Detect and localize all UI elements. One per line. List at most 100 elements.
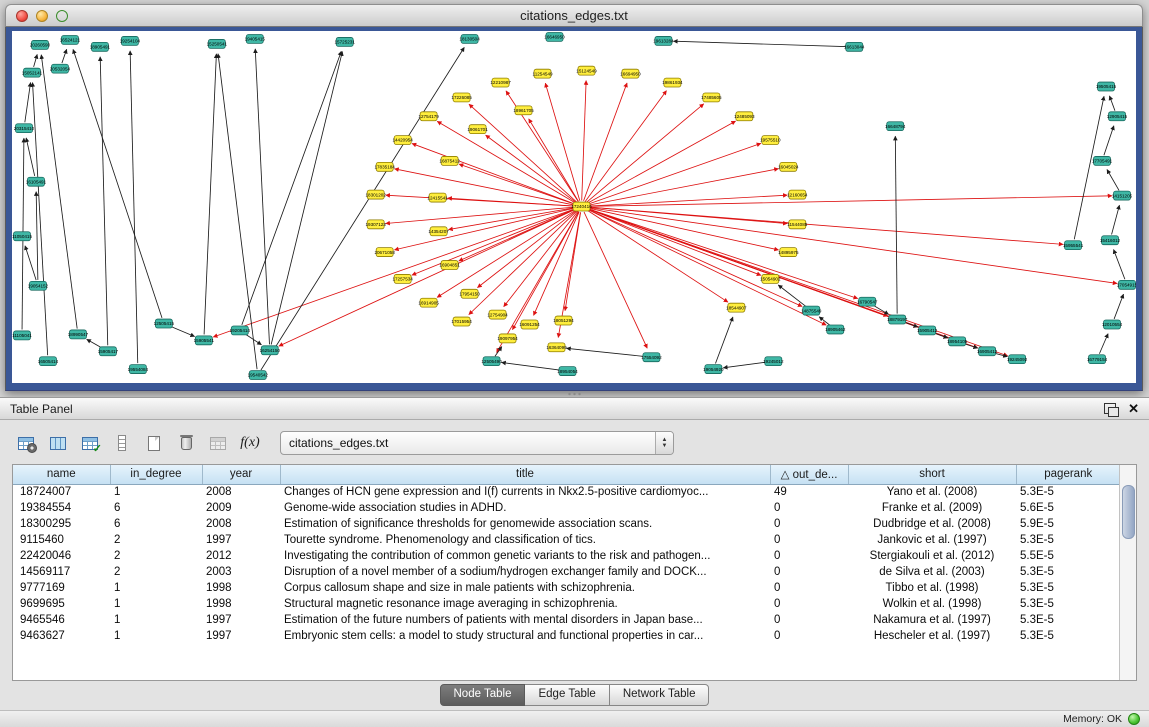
citation-edge-black[interactable] — [261, 47, 464, 370]
graph-node[interactable]: 20315410 — [14, 124, 35, 133]
column-header-year[interactable]: year — [202, 465, 280, 484]
citation-edge-red[interactable] — [469, 104, 577, 202]
table-row[interactable]: 911546021997Tourette syndrome. Phenomeno… — [13, 532, 1120, 548]
citation-edge-red[interactable] — [587, 209, 802, 307]
graph-node[interactable]: 18879197 — [887, 315, 908, 324]
citation-edge-black[interactable] — [130, 51, 138, 363]
graph-node[interactable]: 20671058 — [374, 248, 395, 257]
graph-node[interactable]: 18051294 — [553, 316, 574, 325]
fx-button[interactable]: f(x) — [236, 430, 264, 456]
citation-edge-black[interactable] — [1112, 205, 1120, 234]
citation-edge-red[interactable] — [213, 209, 576, 338]
citation-edge-black[interactable] — [723, 362, 767, 368]
graph-node[interactable]: 16914905 — [418, 298, 439, 307]
graph-node[interactable]: 19054920 — [703, 365, 724, 374]
select-columns-button[interactable] — [44, 430, 72, 456]
graph-node[interactable]: 16505414 — [38, 357, 59, 366]
graph-node[interactable]: 11254549 — [533, 69, 554, 78]
network-select[interactable]: citations_edges.txt ▲▼ — [280, 431, 674, 455]
table-scrollbar-thumb[interactable] — [1122, 485, 1135, 539]
column-header-title[interactable]: title — [280, 465, 770, 484]
graph-node[interactable]: 17054915 — [1117, 280, 1136, 289]
citation-edge-black[interactable] — [25, 82, 31, 122]
citation-edge-black[interactable] — [1109, 96, 1114, 111]
graph-node[interactable]: 14354207 — [428, 227, 449, 236]
citation-edge-red[interactable] — [529, 119, 579, 202]
graph-node[interactable]: 17257534 — [392, 274, 413, 283]
citation-edge-black[interactable] — [73, 49, 162, 318]
citation-edge-red[interactable] — [587, 208, 1008, 355]
table-scrollbar[interactable] — [1119, 465, 1136, 680]
graph-node[interactable]: 16779154 — [1087, 355, 1108, 364]
graph-node[interactable]: 12754179 — [418, 112, 439, 121]
graph-node[interactable]: 18954054 — [557, 367, 578, 376]
citation-edge-black[interactable] — [169, 326, 194, 337]
graph-node[interactable]: 16694950 — [620, 69, 641, 78]
graph-node[interactable]: 19554084 — [128, 365, 149, 374]
citation-edge-black[interactable] — [242, 51, 341, 325]
table-row[interactable]: 1456911722003Disruption of a novel membe… — [13, 564, 1120, 580]
graph-node[interactable]: 15250541 — [207, 39, 228, 48]
graph-node[interactable]: 12905415 — [1107, 112, 1128, 121]
network-canvas[interactable]: 1724041615124549166949501986193417485605… — [12, 31, 1136, 383]
graph-node[interactable]: 19245092 — [1007, 355, 1028, 364]
graph-node[interactable]: 14875549 — [801, 306, 822, 315]
citation-edge-black[interactable] — [1114, 294, 1123, 319]
graph-node[interactable]: 12505490 — [481, 357, 502, 366]
citation-edge-black[interactable] — [36, 192, 38, 280]
graph-node[interactable]: 17015954 — [451, 317, 472, 326]
graph-node[interactable]: 16091254 — [519, 320, 540, 329]
import-table-button[interactable] — [76, 430, 104, 456]
graph-node[interactable]: 17485605 — [701, 93, 722, 102]
graph-node[interactable]: 11050415 — [12, 232, 32, 241]
column-header-in_degree[interactable]: in_degree — [110, 465, 202, 484]
graph-node[interactable]: 19061701 — [467, 125, 488, 134]
network-graph[interactable]: 1724041615124549166949501986193417485605… — [12, 31, 1136, 383]
graph-node[interactable]: 16904851 — [439, 261, 460, 270]
citation-edge-red[interactable] — [459, 164, 576, 204]
column-header-short[interactable]: short — [848, 465, 1016, 484]
citation-edge-red[interactable] — [486, 135, 577, 203]
graph-node[interactable]: 12415541 — [427, 193, 448, 202]
citation-edge-black[interactable] — [1114, 249, 1125, 279]
citation-edge-red[interactable] — [386, 207, 576, 223]
graph-node[interactable]: 18301202 — [365, 190, 386, 199]
graph-node[interactable]: 17240416 — [571, 202, 592, 211]
graph-node[interactable]: 19405415 — [245, 34, 266, 43]
citation-edge-black[interactable] — [1104, 126, 1114, 156]
graph-node[interactable]: 12505415 — [154, 319, 175, 328]
graph-node[interactable]: 16254150 — [260, 346, 281, 355]
graph-node[interactable]: 17226085 — [451, 93, 472, 102]
column-header-out_de[interactable]: △ out_de... — [770, 465, 848, 484]
graph-node[interactable]: 19540542 — [248, 371, 269, 380]
citation-edge-black[interactable] — [255, 49, 269, 344]
citation-edge-black[interactable] — [495, 347, 502, 357]
close-button[interactable] — [16, 10, 28, 22]
tab-edge-table[interactable]: Edge Table — [525, 684, 609, 706]
graph-node[interactable]: 16613044 — [844, 42, 865, 51]
graph-node[interactable]: 16648794 — [885, 122, 906, 131]
citation-edge-black[interactable] — [271, 52, 342, 345]
graph-node[interactable]: 19245012 — [763, 357, 784, 366]
citation-edge-red[interactable] — [587, 208, 858, 298]
row-tools-button[interactable] — [108, 430, 136, 456]
graph-node[interactable]: 16045024 — [778, 162, 799, 171]
graph-node[interactable]: 18130504 — [459, 34, 480, 43]
citation-edge-black[interactable] — [204, 54, 216, 335]
graph-node[interactable]: 18905491 — [90, 42, 111, 51]
panel-resize-grip[interactable] — [567, 392, 583, 396]
graph-node[interactable]: 15905417 — [98, 347, 119, 356]
graph-node[interactable]: 16905412 — [977, 347, 998, 356]
citation-edge-red[interactable] — [585, 91, 667, 202]
citation-edge-red[interactable] — [586, 104, 704, 203]
graph-node[interactable]: 19505415 — [1096, 82, 1117, 91]
close-panel-icon[interactable]: ✕ — [1128, 402, 1139, 415]
graph-node[interactable]: 15905412 — [917, 326, 938, 335]
table-row[interactable]: 1938455462009Genome-wide association stu… — [13, 500, 1120, 516]
citation-edge-red[interactable] — [394, 208, 575, 250]
graph-node[interactable]: 15905541 — [194, 336, 215, 345]
citation-edge-black[interactable] — [34, 54, 38, 67]
citation-edge-red[interactable] — [582, 81, 586, 201]
graph-node[interactable]: 16524121 — [60, 35, 81, 44]
citation-edge-red[interactable] — [448, 198, 576, 206]
